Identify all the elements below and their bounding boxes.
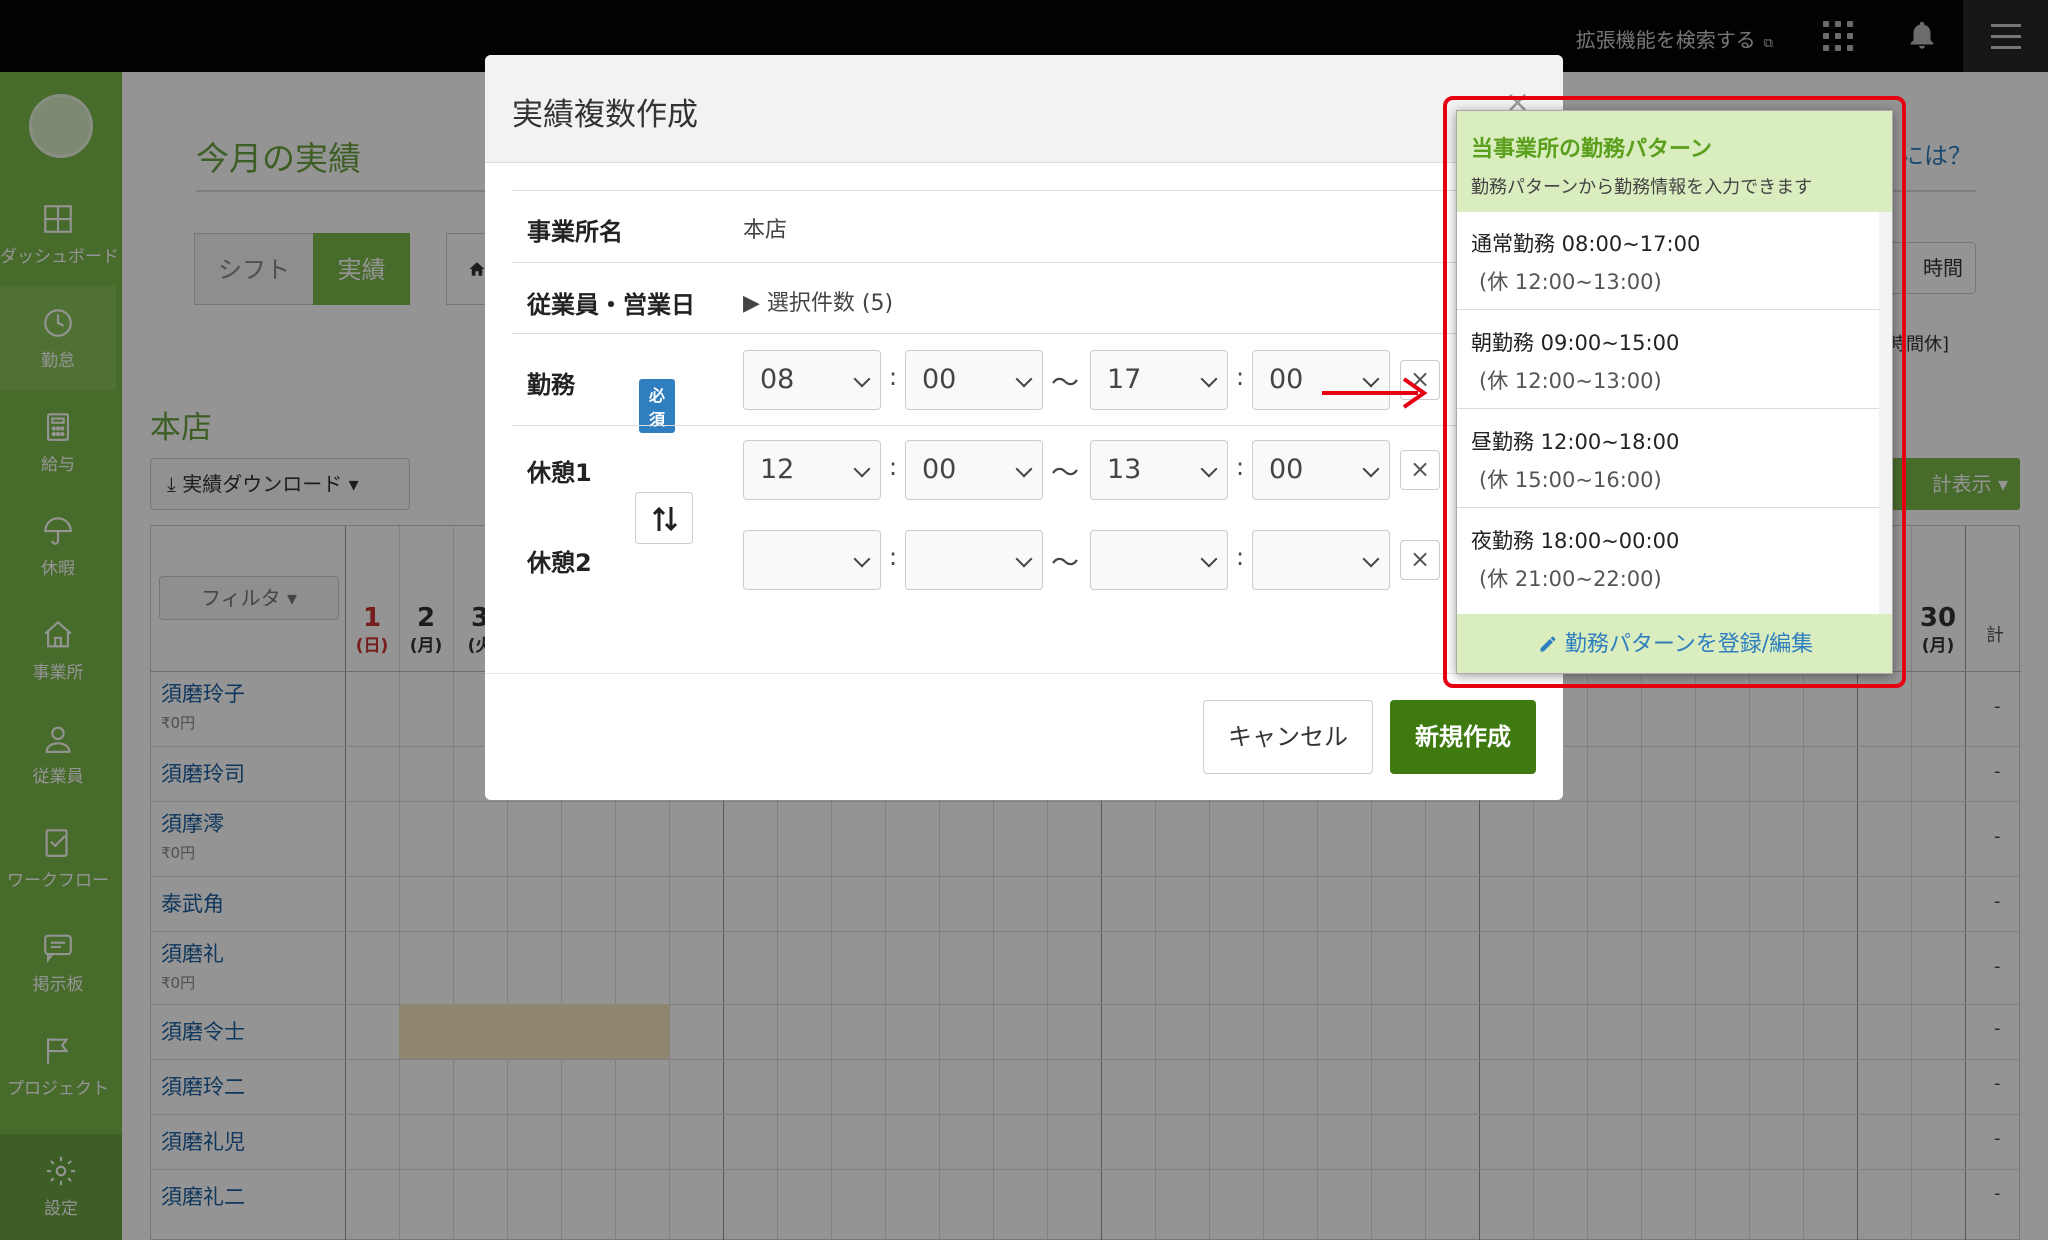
time-colon: :: [1236, 453, 1245, 481]
time-colon: :: [889, 543, 898, 571]
popup-scrollbar[interactable]: [1879, 212, 1892, 614]
chevron-down-icon: [853, 550, 871, 568]
select-value: 00: [1269, 364, 1304, 395]
cancel-button[interactable]: キャンセル: [1203, 700, 1373, 774]
pattern-item-regular[interactable]: 通常勤務 08:00~17:00 (休 12:00~13:00): [1457, 212, 1879, 310]
pattern-item-night[interactable]: 夜勤務 18:00~00:00 (休 21:00~22:00): [1457, 509, 1879, 607]
pattern-item-morning[interactable]: 朝勤務 09:00~15:00 (休 12:00~13:00): [1457, 311, 1879, 409]
chevron-down-icon: [1362, 460, 1380, 478]
break2-label: 休憩2: [527, 549, 592, 577]
range-tilde: 〜: [1051, 366, 1080, 399]
select-value: 08: [760, 364, 795, 395]
modal-title: 実績複数作成: [512, 97, 698, 133]
chevron-down-icon: [1200, 460, 1218, 478]
work-label-row: 勤務 必須: [527, 365, 676, 433]
work-end-hour-select[interactable]: 17: [1090, 350, 1228, 410]
time-colon: :: [1236, 543, 1245, 571]
modal-header: 実績複数作成 ×: [485, 55, 1563, 163]
select-value: 00: [922, 364, 957, 395]
chevron-down-icon: [853, 460, 871, 478]
select-value: 12: [760, 454, 795, 485]
pattern-break: (休 12:00~13:00): [1479, 369, 1662, 393]
break1-label: 休憩1: [527, 459, 592, 487]
break2-end-minute-select[interactable]: [1252, 530, 1390, 590]
break1-start-minute-select[interactable]: 00: [905, 440, 1043, 500]
pencil-icon: [1540, 636, 1556, 652]
time-colon: :: [889, 453, 898, 481]
pattern-name: 昼勤務 12:00~18:00: [1471, 430, 1680, 454]
office-value: 本店: [743, 218, 788, 243]
create-button[interactable]: 新規作成: [1390, 700, 1536, 774]
work-start-minute-select[interactable]: 00: [905, 350, 1043, 410]
office-label: 事業所名: [527, 218, 623, 246]
break1-clear-button[interactable]: ×: [1400, 450, 1440, 490]
break1-start-hour-select[interactable]: 12: [743, 440, 881, 500]
break1-end-hour-select[interactable]: 13: [1090, 440, 1228, 500]
select-value: 00: [1269, 454, 1304, 485]
swap-breaks-button[interactable]: [635, 492, 693, 544]
bulk-create-modal: 実績複数作成 × 事業所名 本店 従業員・営業日 ▶ 選択件数 (5) 勤務 必…: [485, 55, 1563, 800]
break2-start-minute-select[interactable]: [905, 530, 1043, 590]
edit-patterns-link[interactable]: 勤務パターンを登録/編集: [1457, 614, 1892, 673]
select-value: 00: [922, 454, 957, 485]
pattern-break: (休 15:00~16:00): [1479, 468, 1662, 492]
range-tilde: 〜: [1051, 456, 1080, 489]
selected-count-toggle[interactable]: ▶ 選択件数 (5): [743, 285, 893, 317]
time-colon: :: [1236, 363, 1245, 391]
annotation-arrow-icon: [1322, 377, 1428, 409]
pattern-break: (休 21:00~22:00): [1479, 567, 1662, 591]
time-colon: :: [889, 363, 898, 391]
popup-header: 当事業所の勤務パターン 勤務パターンから勤務情報を入力できます: [1457, 111, 1892, 212]
work-label: 勤務: [527, 371, 575, 399]
popup-title: 当事業所の勤務パターン: [1471, 137, 1712, 162]
chevron-down-icon: [1015, 460, 1033, 478]
chevron-down-icon: [853, 370, 871, 388]
pattern-name: 夜勤務 18:00~00:00: [1471, 529, 1680, 553]
break1-end-minute-select[interactable]: 00: [1252, 440, 1390, 500]
pattern-name: 通常勤務 08:00~17:00: [1471, 232, 1701, 256]
employee-date-label: 従業員・営業日: [527, 291, 695, 319]
pattern-item-daytime[interactable]: 昼勤務 12:00~18:00 (休 15:00~16:00): [1457, 410, 1879, 508]
swap-vertical-icon: [652, 506, 678, 532]
break2-start-hour-select[interactable]: [743, 530, 881, 590]
select-value: 13: [1107, 454, 1142, 485]
edit-patterns-label: 勤務パターンを登録/編集: [1564, 632, 1814, 657]
chevron-down-icon: [1015, 550, 1033, 568]
work-start-hour-select[interactable]: 08: [743, 350, 881, 410]
popup-subtitle: 勤務パターンから勤務情報を入力できます: [1471, 177, 1813, 198]
chevron-down-icon: [1200, 370, 1218, 388]
break2-clear-button[interactable]: ×: [1400, 540, 1440, 580]
break2-end-hour-select[interactable]: [1090, 530, 1228, 590]
work-pattern-popup: 当事業所の勤務パターン 勤務パターンから勤務情報を入力できます 通常勤務 08:…: [1456, 110, 1893, 674]
select-value: 17: [1107, 364, 1142, 395]
chevron-down-icon: [1015, 370, 1033, 388]
pattern-break: (休 12:00~13:00): [1479, 270, 1662, 294]
range-tilde: 〜: [1051, 546, 1080, 579]
chevron-down-icon: [1200, 550, 1218, 568]
chevron-down-icon: [1362, 550, 1380, 568]
pattern-name: 朝勤務 09:00~15:00: [1471, 331, 1680, 355]
